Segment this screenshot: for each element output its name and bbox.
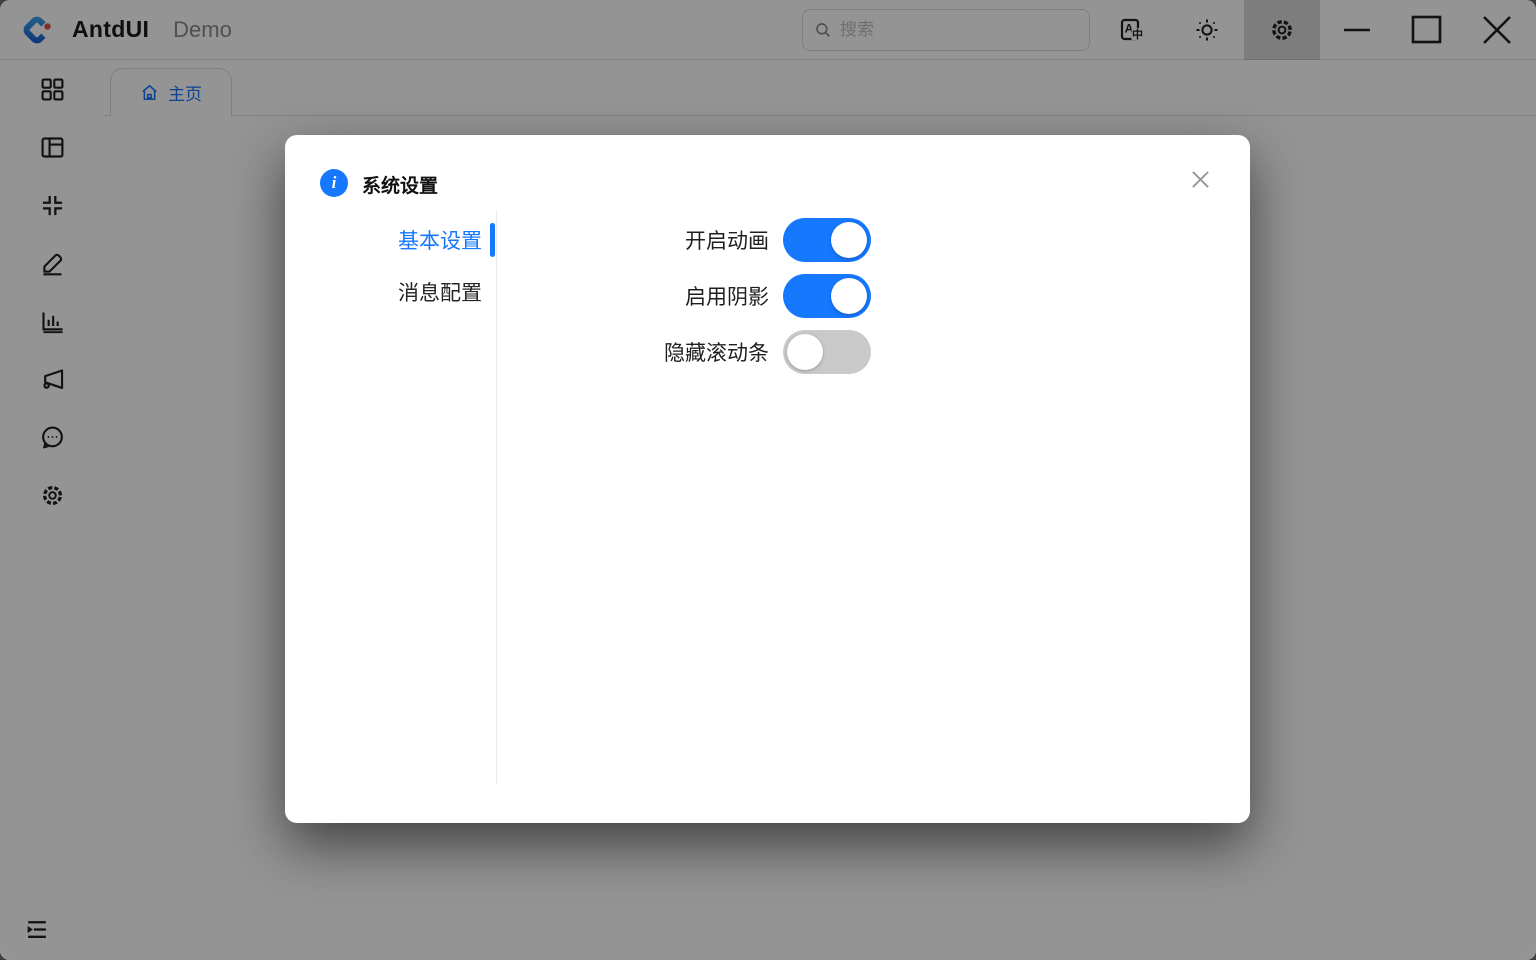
setting-label: 启用阴影 — [497, 281, 769, 311]
setting-row-scrollbar: 隐藏滚动条 — [497, 330, 1250, 374]
toggle-knob — [831, 278, 867, 314]
setting-row-shadow: 启用阴影 — [497, 274, 1250, 318]
app-window: AntdUI Demo A 中 — [0, 0, 1536, 960]
settings-dialog: i 系统设置 基本设置 消息配置 开启动画 — [285, 135, 1250, 823]
menu-item-basic-settings[interactable]: 基本设置 — [285, 214, 496, 266]
settings-menu: 基本设置 消息配置 — [285, 210, 497, 785]
toggle-knob — [831, 222, 867, 258]
dialog-close-button[interactable] — [1184, 163, 1216, 195]
setting-label: 开启动画 — [497, 225, 769, 255]
shadow-toggle[interactable] — [783, 274, 871, 318]
settings-panel: 开启动画 启用阴影 隐藏滚动条 — [497, 210, 1250, 785]
info-circle-icon: i — [320, 169, 348, 197]
close-icon — [1191, 170, 1210, 189]
dialog-body: 基本设置 消息配置 开启动画 启用阴影 隐藏滚动条 — [285, 210, 1250, 785]
animation-toggle[interactable] — [783, 218, 871, 262]
menu-item-message-config[interactable]: 消息配置 — [285, 266, 496, 318]
setting-row-animation: 开启动画 — [497, 218, 1250, 262]
setting-label: 隐藏滚动条 — [497, 337, 769, 367]
active-indicator — [490, 223, 495, 257]
menu-item-label: 消息配置 — [398, 277, 482, 307]
dialog-header: i 系统设置 — [285, 135, 1250, 210]
dialog-title: 系统设置 — [362, 171, 438, 198]
toggle-knob — [787, 334, 823, 370]
hide-scrollbar-toggle[interactable] — [783, 330, 871, 374]
menu-item-label: 基本设置 — [398, 225, 482, 255]
